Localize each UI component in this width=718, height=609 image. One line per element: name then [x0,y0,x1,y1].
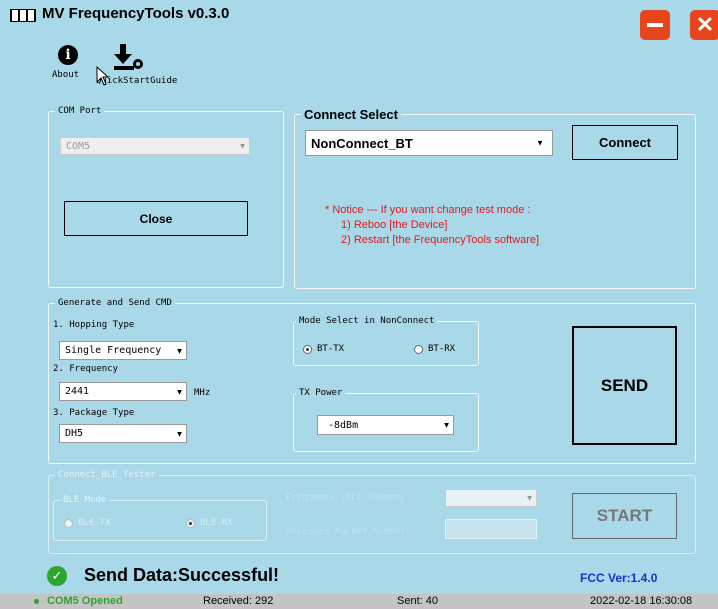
fcc-version: FCC Ver:1.4.0 [580,571,658,585]
tx-power-select[interactable]: -8dBm ▼ [317,415,454,435]
notice-text: * Notice --- If you want change test mod… [325,203,539,248]
com-port-select[interactable]: COM5 ▼ [60,137,250,155]
window-title: MV FrequencyTools v0.3.0 [42,5,230,22]
chevron-down-icon: ▼ [177,346,182,355]
radio-unselected-icon [64,518,73,528]
check-icon: ✓ [47,566,67,586]
connect-button[interactable]: Connect [572,125,678,160]
chevron-down-icon: ▼ [177,429,182,438]
chevron-down-icon: ▼ [177,387,182,396]
chevron-down-icon: ▼ [444,420,449,430]
download-settings-icon [114,44,143,70]
radio-bt-rx-label: BT-RX [428,344,456,354]
notice-line-2: 1) Reboo [the Device] [341,219,448,231]
mouse-cursor-icon [96,66,110,86]
com-port-group: COM Port [48,106,284,288]
ble-tester-legend: Connect_BLE_Tester [58,470,156,480]
mode-select-legend: Mode Select in NonConnect [299,316,435,326]
connect-mode-value: NonConnect_BT [311,135,413,151]
radio-ble-rx-label: BLE-RX [200,518,233,528]
ble-frequency-select[interactable]: ▼ [445,489,537,507]
received-packet-label: Received Packet Number: [286,527,411,537]
radio-ble-rx[interactable]: BLE-RX [186,518,233,528]
connect-mode-select[interactable]: NonConnect_BT ▼ [305,130,553,156]
minimize-icon [647,23,663,27]
ble-frequency-label: Frequency (BLE Tester) [286,493,406,503]
mode-select-group: Mode Select in NonConnect [293,316,479,366]
close-icon: ✕ [695,12,715,37]
connect-select-legend: Connect Select [304,107,398,122]
chevron-down-icon: ▼ [536,138,544,148]
tx-power-legend: TX Power [299,388,343,398]
radio-ble-tx[interactable]: BLE-TX [64,518,111,528]
radio-ble-tx-label: BLE-TX [78,518,111,528]
com-port-legend: COM Port [58,106,102,116]
send-button[interactable]: SEND [572,326,677,445]
status-bar: COM5 Opened Received: 292 Sent: 40 2022-… [0,594,718,609]
info-icon: i [58,45,78,65]
com-port-value: COM5 [66,140,91,152]
chevron-down-icon: ▼ [240,141,245,151]
radio-bt-tx-label: BT-TX [317,344,345,354]
radio-bt-tx[interactable]: BT-TX [303,344,344,354]
frequency-select[interactable]: 2441 ▼ [59,382,187,401]
close-port-button[interactable]: Close [64,201,248,236]
frequency-label: 2. Frequency [53,364,119,374]
chevron-down-icon: ▼ [527,493,532,503]
tx-power-value: -8dBm [328,419,359,431]
status-datetime: 2022-02-18 16:30:08 [590,595,693,607]
result-message: Send Data:Successful! [84,565,280,585]
port-status: COM5 Opened [47,595,123,607]
app-logo-icon [10,9,36,22]
radio-unselected-icon [414,344,423,354]
hopping-type-label: 1. Hopping Type [53,320,135,330]
notice-line-1: * Notice --- If you want change test mod… [325,204,531,216]
hopping-type-value: Single Frequency [65,345,162,356]
minimize-button[interactable] [640,10,670,40]
package-type-select[interactable]: DH5 ▼ [59,424,187,443]
generate-cmd-legend: Generate and Send CMD [58,298,172,308]
close-window-button[interactable]: ✕ [690,10,718,40]
package-type-value: DH5 [65,428,84,439]
frequency-unit: MHz [194,388,211,398]
hopping-type-select[interactable]: Single Frequency ▼ [59,341,187,360]
received-packet-field[interactable] [445,519,537,539]
status-dot-icon [34,599,39,604]
about-label: About [52,70,80,80]
radio-selected-icon [303,344,312,354]
received-count: Received: 292 [203,595,274,607]
frequency-value: 2441 [65,386,90,397]
start-button[interactable]: START [572,493,677,539]
ble-mode-legend: BLE Mode [63,495,107,505]
notice-line-3: 2) Restart [the FrequencyTools software] [341,234,540,246]
radio-bt-rx[interactable]: BT-RX [414,344,455,354]
about-button[interactable]: i About [52,45,86,80]
sent-count: Sent: 40 [397,595,438,607]
radio-selected-icon [186,518,195,528]
package-type-label: 3. Package Type [53,408,135,418]
